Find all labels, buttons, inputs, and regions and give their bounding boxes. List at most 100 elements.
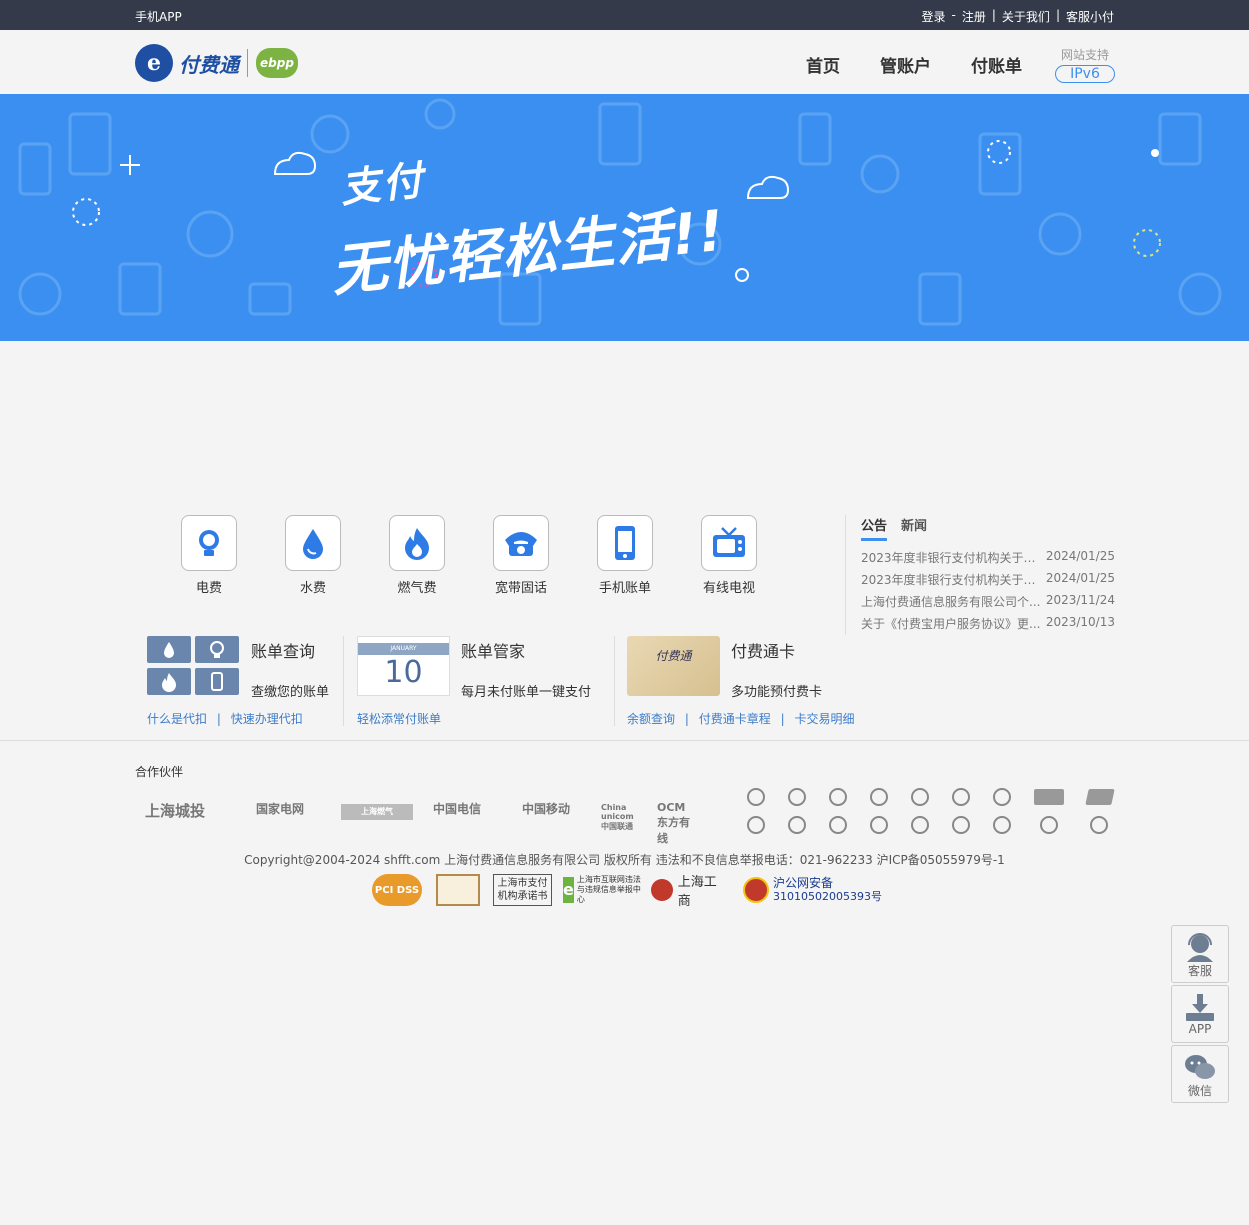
partner-logo[interactable]: 中国移动	[522, 800, 570, 817]
copyright-text: Copyright@2004-2024 shfft.com 上海付费通信息服务有…	[244, 853, 1005, 867]
partner-logo[interactable]: 上海城投	[145, 800, 205, 821]
link-separator: |	[780, 712, 785, 726]
tab-news[interactable]: 新闻	[901, 515, 927, 541]
list-item[interactable]: 上海付费通信息服务有限公司个... 2023/11/24	[861, 593, 1115, 610]
bank-logo-icon[interactable]	[747, 816, 765, 834]
partners-title: 合作伙伴	[135, 765, 184, 779]
card-transactions-link[interactable]: 卡交易明细	[794, 712, 854, 726]
list-item[interactable]: 2023年度非银行支付机构关于客... 2024/01/25	[861, 549, 1115, 566]
bank-logo-icon[interactable]	[911, 816, 929, 834]
partner-logo[interactable]: 中国电信	[433, 800, 481, 817]
service-cable-tv[interactable]: 有线电视	[699, 515, 759, 596]
side-app-download-button[interactable]: APP	[1171, 985, 1229, 1043]
police-record: 沪公网安备 31010502005393号	[773, 876, 882, 904]
partner-logo[interactable]: 上海燃气	[341, 804, 413, 820]
bank-logo-icon[interactable]	[952, 788, 970, 806]
section-divider	[0, 740, 1249, 741]
card-rules-link[interactable]: 付费通卡章程	[699, 712, 771, 726]
register-link[interactable]: 注册	[962, 8, 986, 25]
what-is-autopay-link[interactable]: 什么是代扣	[147, 712, 207, 726]
ipv6-label: 网站支持	[1060, 48, 1109, 62]
police-title: 沪公网安备	[773, 876, 834, 890]
police-number: 31010502005393号	[773, 890, 882, 903]
feature-desc: 每月未付账单一键支付	[461, 685, 592, 700]
service-gas[interactable]: 燃气费	[387, 515, 447, 596]
download-icon	[1172, 992, 1228, 1022]
service-broadband[interactable]: 宽带固话	[491, 515, 551, 596]
service-electricity[interactable]: 电费	[179, 515, 239, 596]
feature-links: 余额查询 | 付费通卡章程 | 卡交易明细	[627, 710, 854, 727]
calendar-icon[interactable]: JANUARY 10	[357, 636, 450, 696]
bank-logo-icon[interactable]	[993, 788, 1011, 806]
customer-service-link[interactable]: 客服小付	[1066, 8, 1114, 25]
feature-title[interactable]: 账单管家	[461, 638, 525, 662]
add-bill-link[interactable]: 轻松添常付账单	[357, 712, 441, 726]
about-link[interactable]: 关于我们	[1002, 8, 1050, 25]
pci-dss-badge[interactable]: PCI DSS	[372, 874, 422, 906]
bank-logo-icon[interactable]	[952, 816, 970, 834]
feature-links: 轻松添常付账单	[357, 710, 441, 727]
link-separator: |	[216, 712, 221, 726]
certificate-badge-icon[interactable]	[436, 874, 480, 906]
bank-logo-icon[interactable]	[1040, 816, 1058, 834]
shanghai-aic-badge[interactable]: 上海工商	[651, 874, 729, 909]
public-security-badge[interactable]: 沪公网安备 31010502005393号	[743, 874, 883, 906]
mobile-app-link[interactable]: 手机APP	[135, 8, 182, 25]
partner-logo[interactable]: 国家电网	[256, 800, 304, 817]
unionpay-logo-icon[interactable]	[1085, 789, 1115, 805]
feature-title[interactable]: 账单查询	[251, 638, 315, 662]
site-logo[interactable]: e 付费通 ebpp	[135, 44, 298, 82]
list-item[interactable]: 关于《付费宝用户服务协议》更... 2023/10/13	[861, 615, 1115, 632]
side-wechat-button[interactable]: 微信	[1171, 1045, 1229, 1103]
service-label: 有线电视	[702, 581, 755, 596]
bank-logo-icon[interactable]	[829, 788, 847, 806]
quick-autopay-link[interactable]: 快速办理代扣	[231, 712, 303, 726]
notice-title[interactable]: 2023年度非银行支付机构关于客...	[861, 549, 1041, 566]
nav-home[interactable]: 首页	[806, 52, 840, 77]
service-mobile-bill[interactable]: 手机账单	[595, 515, 655, 596]
notice-date: 2024/01/25	[1045, 571, 1115, 585]
notice-date: 2023/11/24	[1045, 593, 1115, 607]
notice-title[interactable]: 关于《付费宝用户服务协议》更...	[861, 615, 1041, 632]
header: e 付费通 ebpp 首页 管账户 付账单 网站支持 IPv6	[0, 30, 1249, 94]
notice-list: 2023年度非银行支付机构关于客... 2024/01/25 2023年度非银行支…	[861, 549, 1120, 632]
nav-pay-bill[interactable]: 付账单	[971, 52, 1022, 77]
top-links: 登录 - 注册 | 关于我们 | 客服小付	[922, 8, 1115, 25]
payment-commitment-badge[interactable]: 上海市支付机构承诺书	[493, 874, 552, 906]
bank-logo-icon[interactable]	[870, 788, 888, 806]
notice-title[interactable]: 上海付费通信息服务有限公司个...	[861, 593, 1041, 610]
partner-logo[interactable]: China unicom中国联通	[601, 803, 639, 832]
ipv6-support: 网站支持 IPv6	[1055, 46, 1115, 83]
partner-logo[interactable]: OCM 东方有线	[657, 801, 699, 846]
tab-announcement[interactable]: 公告	[861, 515, 888, 541]
bank-logo-icon[interactable]	[1090, 816, 1108, 834]
notice-panel: 公告 新闻 2023年度非银行支付机构关于客... 2024/01/25 2023…	[845, 515, 1120, 635]
bank-logo-icon[interactable]	[993, 816, 1011, 834]
list-item[interactable]: 2023年度非银行支付机构关于风... 2024/01/25	[861, 571, 1115, 588]
balance-query-link[interactable]: 余额查询	[627, 712, 675, 726]
telephone-icon	[493, 515, 549, 571]
bank-logo-icon[interactable]	[747, 788, 765, 806]
bank-logo-icon[interactable]	[788, 816, 806, 834]
dash-separator: -	[951, 8, 956, 22]
report-center-badge[interactable]: e 上海市互联网违法与违规信息举报中心	[563, 874, 641, 906]
service-water[interactable]: 水费	[283, 515, 343, 596]
nav-manage-account[interactable]: 管账户	[880, 52, 931, 77]
feature-links: 什么是代扣 | 快速办理代扣	[147, 710, 303, 727]
feature-desc: 查缴您的账单	[251, 685, 330, 700]
bank-logo-icon[interactable]	[911, 788, 929, 806]
prepaid-card-image[interactable]: 付费通	[627, 636, 720, 696]
login-link[interactable]: 登录	[922, 8, 946, 25]
hero-banner[interactable]: 支付 无忧轻松生活!!	[0, 94, 1249, 341]
bank-logo-icon[interactable]	[1034, 789, 1064, 805]
bank-logo-icon[interactable]	[829, 816, 847, 834]
notice-title[interactable]: 2023年度非银行支付机构关于风...	[861, 571, 1041, 588]
bank-logo-icon[interactable]	[788, 788, 806, 806]
tv-icon	[701, 515, 757, 571]
flame-icon	[389, 515, 445, 571]
bill-type-tiles[interactable]	[147, 636, 241, 696]
side-label: 客服	[1187, 964, 1212, 978]
feature-title[interactable]: 付费通卡	[731, 638, 795, 662]
side-customer-service-button[interactable]: 客服	[1171, 925, 1229, 983]
bank-logo-icon[interactable]	[870, 816, 888, 834]
